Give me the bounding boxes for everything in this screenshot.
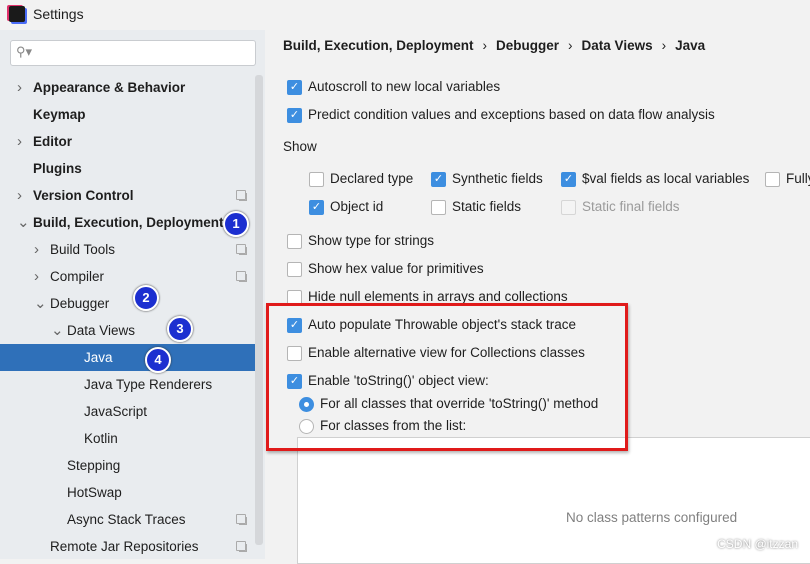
step-badge-2: 2 xyxy=(133,285,159,311)
chevron-down-icon[interactable]: ⌄ xyxy=(17,209,30,236)
tree-item-label: Java xyxy=(84,350,113,365)
tree-item-label: Async Stack Traces xyxy=(67,512,186,527)
tree-item-label: Java Type Renderers xyxy=(84,377,213,392)
autoscroll-checkbox[interactable]: ✓ xyxy=(287,80,302,95)
val-fields-label[interactable]: $val fields as local variables xyxy=(582,171,749,186)
tree-item-label: Data Views xyxy=(67,323,136,338)
tree-item-java[interactable]: Java xyxy=(0,344,262,371)
tree-item-build-tools[interactable]: › Build Tools xyxy=(0,236,262,263)
tree-item-editor[interactable]: › Editor xyxy=(0,128,262,155)
empty-list-text: No class patterns configured xyxy=(566,510,738,525)
tree-item-data-views[interactable]: ⌄ Data Views xyxy=(0,317,262,344)
tree-item-label: HotSwap xyxy=(67,485,122,500)
tree-item-label: Build, Execution, Deployment xyxy=(33,215,224,230)
tree-item-compiler[interactable]: › Compiler xyxy=(0,263,262,290)
tree-item-label: Compiler xyxy=(50,269,105,284)
step-badge-4: 4 xyxy=(145,347,171,373)
tree-item-label: Editor xyxy=(33,134,72,149)
type-strings-checkbox[interactable] xyxy=(287,234,302,249)
tree-item-hotswap[interactable]: HotSwap xyxy=(0,479,262,506)
tree-item-label: JavaScript xyxy=(84,404,148,419)
tree-item-async-stack-traces[interactable]: Async Stack Traces xyxy=(0,506,262,533)
breadcrumb-item[interactable]: Build, Execution, Deployment xyxy=(283,38,474,53)
static-final-checkbox xyxy=(561,200,576,215)
tree-item-appearance-behavior[interactable]: › Appearance & Behavior xyxy=(0,74,262,101)
tree-item-label: Appearance & Behavior xyxy=(33,80,186,95)
tree-item-label: Debugger xyxy=(50,296,110,311)
show-heading: Show xyxy=(283,139,317,154)
tree-item-java-type-renderers[interactable]: Java Type Renderers xyxy=(0,371,262,398)
hide-null-label[interactable]: Hide null elements in arrays and collect… xyxy=(308,289,568,304)
tree-item-kotlin[interactable]: Kotlin xyxy=(0,425,262,452)
title-bar: Settings xyxy=(0,0,810,30)
tree-item-stepping[interactable]: Stepping xyxy=(0,452,262,479)
project-level-icon xyxy=(236,244,246,254)
project-level-icon xyxy=(236,514,246,524)
chevron-down-icon[interactable]: ⌄ xyxy=(34,290,47,317)
object-id-label[interactable]: Object id xyxy=(330,199,383,214)
breadcrumb-separator: › xyxy=(482,38,488,53)
highlight-box xyxy=(266,303,628,451)
object-id-checkbox[interactable]: ✓ xyxy=(309,200,324,215)
chevron-right-icon[interactable]: › xyxy=(17,128,22,155)
declared-type-checkbox[interactable] xyxy=(309,172,324,187)
chevron-down-icon[interactable]: ⌄ xyxy=(51,317,64,344)
breadcrumb-separator: › xyxy=(568,38,573,53)
settings-search-input[interactable]: ⚲▾ xyxy=(10,40,256,66)
breadcrumb: Build, Execution, Deployment › Debugger › Da… xyxy=(283,38,705,53)
chevron-right-icon[interactable]: › xyxy=(17,182,22,209)
chevron-right-icon[interactable]: › xyxy=(34,236,39,263)
tree-item-javascript[interactable]: JavaScript xyxy=(0,398,262,425)
search-icon: ⚲▾ xyxy=(16,44,33,59)
step-badge-1: 1 xyxy=(223,211,249,237)
fully-checkbox[interactable] xyxy=(765,172,780,187)
hex-checkbox[interactable] xyxy=(287,262,302,277)
val-fields-checkbox[interactable]: ✓ xyxy=(561,172,576,187)
predict-checkbox[interactable]: ✓ xyxy=(287,108,302,123)
breadcrumb-item[interactable]: Data Views xyxy=(582,38,653,53)
tree-item-label: Plugins xyxy=(33,161,82,176)
watermark: CSDN @itzzan xyxy=(717,537,798,551)
tree-item-label: Build Tools xyxy=(50,242,116,257)
breadcrumb-item[interactable]: Debugger xyxy=(496,38,559,53)
hex-label[interactable]: Show hex value for primitives xyxy=(308,261,484,276)
static-fields-checkbox[interactable] xyxy=(431,200,446,215)
synthetic-checkbox[interactable]: ✓ xyxy=(431,172,446,187)
window-title: Settings xyxy=(33,6,84,22)
tree-item-keymap[interactable]: Keymap xyxy=(0,101,262,128)
step-badge-3: 3 xyxy=(167,316,193,342)
type-strings-label[interactable]: Show type for strings xyxy=(308,233,434,248)
intellij-app-icon xyxy=(9,6,25,22)
synthetic-label[interactable]: Synthetic fields xyxy=(452,171,543,186)
tree-item-plugins[interactable]: Plugins xyxy=(0,155,262,182)
sidebar-scrollbar[interactable] xyxy=(255,75,263,545)
fully-label[interactable]: Fully xyxy=(786,171,810,186)
breadcrumb-separator: › xyxy=(661,38,667,53)
project-level-icon xyxy=(236,541,246,551)
tree-item-label: Stepping xyxy=(67,458,121,473)
project-level-icon xyxy=(236,271,246,281)
chevron-right-icon[interactable]: › xyxy=(34,263,39,290)
project-level-icon xyxy=(236,190,246,200)
predict-label[interactable]: Predict condition values and exceptions … xyxy=(308,107,715,122)
tree-item-label: Version Control xyxy=(33,188,134,203)
autoscroll-label[interactable]: Autoscroll to new local variables xyxy=(308,79,500,94)
tree-item-version-control[interactable]: › Version Control xyxy=(0,182,262,209)
static-final-label[interactable]: Static final fields xyxy=(582,199,680,214)
static-fields-label[interactable]: Static fields xyxy=(452,199,521,214)
tree-item-remote-jar-repositories[interactable]: Remote Jar Repositories xyxy=(0,533,262,560)
declared-type-label[interactable]: Declared type xyxy=(330,171,413,186)
tree-item-label: Remote Jar Repositories xyxy=(50,539,199,554)
tree-item-label: Kotlin xyxy=(84,431,118,446)
tree-item-label: Keymap xyxy=(33,107,86,122)
chevron-right-icon[interactable]: › xyxy=(17,74,22,101)
breadcrumb-item[interactable]: Java xyxy=(675,38,705,53)
tree-item-debugger[interactable]: ⌄ Debugger xyxy=(0,290,262,317)
